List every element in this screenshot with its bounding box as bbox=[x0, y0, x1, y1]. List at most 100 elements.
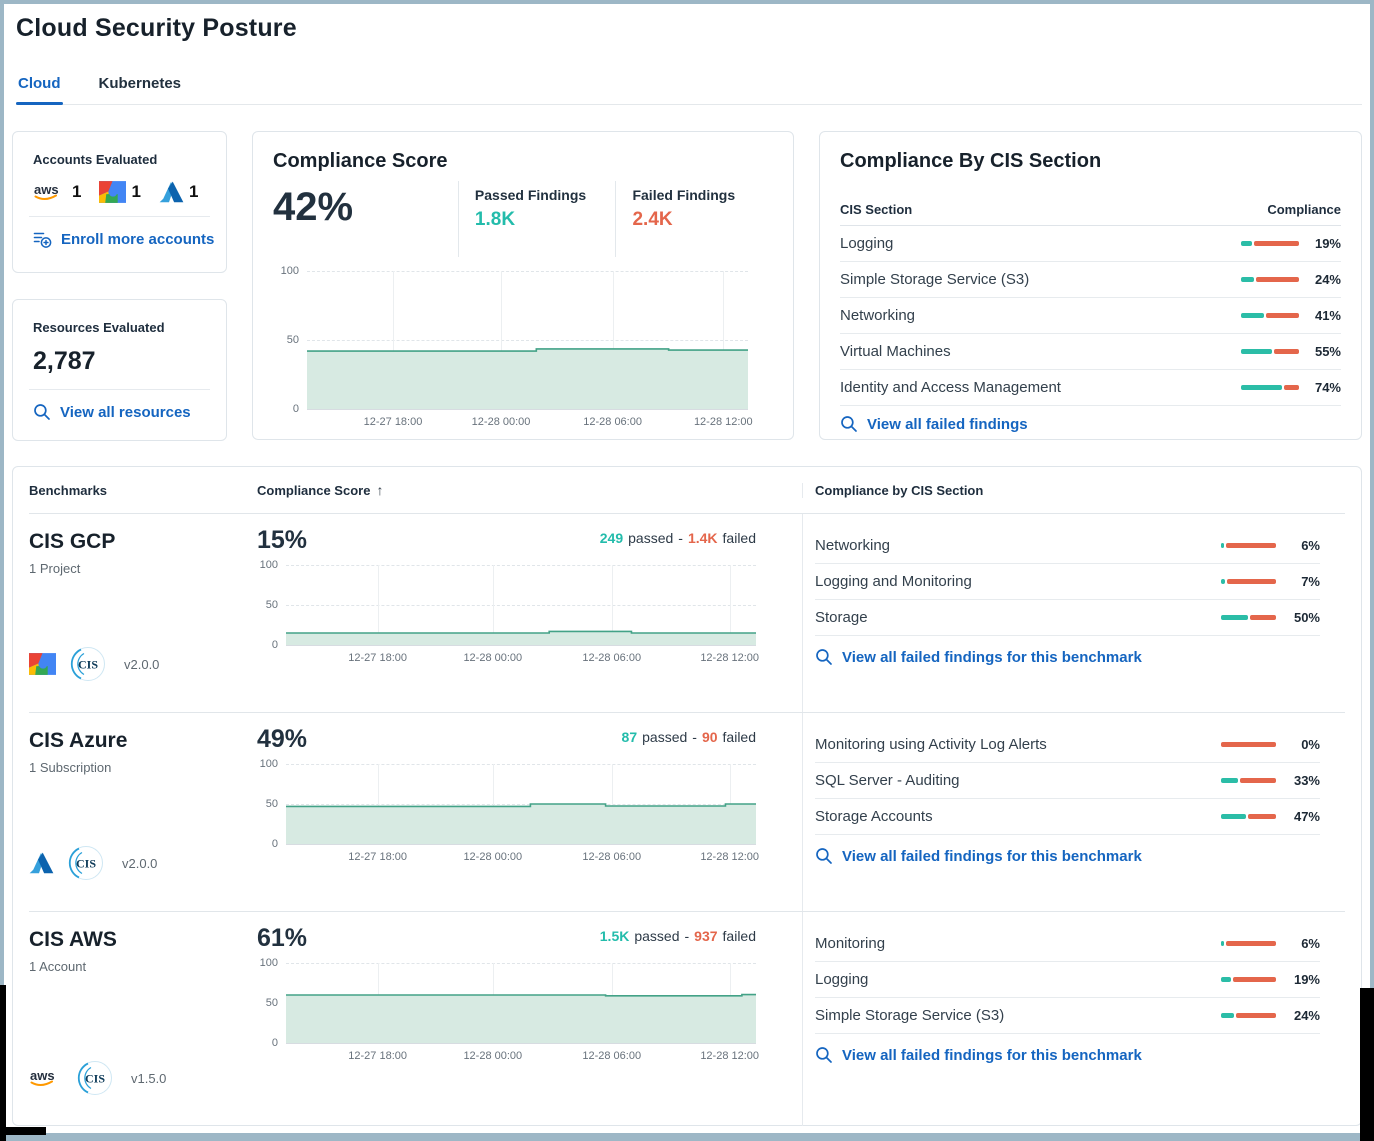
passed-failed-summary: 249 passed - 1.4K failed bbox=[600, 530, 756, 546]
aws-count: 1 bbox=[72, 182, 81, 202]
svg-text:aws: aws bbox=[30, 1068, 55, 1083]
gcp-account-count: 1 bbox=[99, 181, 140, 203]
section-label: Networking bbox=[840, 307, 1241, 324]
section-label: Logging bbox=[840, 235, 1241, 252]
col-benchmarks: Benchmarks bbox=[29, 483, 257, 498]
compliance-pct: 24% bbox=[1299, 272, 1341, 287]
failed-findings-value: 2.4K bbox=[632, 209, 773, 231]
compliance-bar bbox=[1221, 579, 1276, 584]
section-label: Networking bbox=[815, 537, 1221, 554]
cis-row-iam[interactable]: Identity and Access Management 74% bbox=[840, 370, 1341, 406]
gcp-count: 1 bbox=[131, 182, 140, 202]
azure-icon bbox=[29, 852, 54, 874]
col-compliance-score-sort[interactable]: Compliance Score ↑ bbox=[257, 482, 802, 498]
benchmark-section-row: Simple Storage Service (S3) 24% bbox=[815, 998, 1320, 1034]
compliance-bar bbox=[1221, 615, 1276, 620]
accounts-evaluated-card: Accounts Evaluated aws 1 1 1 bbox=[12, 131, 227, 273]
section-label: Monitoring using Activity Log Alerts bbox=[815, 736, 1221, 753]
compliance-pct: 7% bbox=[1276, 574, 1320, 589]
compliance-bar bbox=[1221, 742, 1276, 747]
tab-bar: Cloud Kubernetes bbox=[16, 69, 1362, 105]
divider bbox=[29, 389, 210, 390]
compliance-score-card: Compliance Score 42% Passed Findings 1.8… bbox=[252, 131, 794, 440]
passed-findings-label: Passed Findings bbox=[475, 187, 616, 203]
section-label: Logging bbox=[815, 971, 1221, 988]
view-failed-findings-label: View all failed findings bbox=[867, 416, 1028, 433]
svg-text:CIS: CIS bbox=[85, 1072, 105, 1086]
cis-row-logging[interactable]: Logging 19% bbox=[840, 226, 1341, 262]
view-all-resources-link[interactable]: View all resources bbox=[33, 403, 206, 421]
tab-kubernetes[interactable]: Kubernetes bbox=[97, 69, 184, 104]
benchmark-score: 61% bbox=[257, 924, 307, 953]
benchmark-row-cis-aws[interactable]: CIS AWS 1 Account aws CIS v1.5.0 61% 1.5… bbox=[29, 912, 1345, 1126]
app-page: Cloud Security Posture Cloud Kubernetes … bbox=[0, 0, 1374, 1126]
gcp-icon bbox=[29, 653, 56, 675]
cis-table-header: CIS Section Compliance bbox=[840, 187, 1341, 226]
benchmarks-table-card: Benchmarks Compliance Score ↑ Compliance… bbox=[12, 466, 1362, 1126]
section-label: SQL Server - Auditing bbox=[815, 772, 1221, 789]
compliance-bar bbox=[1241, 313, 1299, 318]
benchmark-section-row: SQL Server - Auditing 33% bbox=[815, 763, 1320, 799]
col-cis-section: CIS Section bbox=[840, 202, 912, 217]
compliance-bar bbox=[1221, 1013, 1276, 1018]
benchmark-row-cis-gcp[interactable]: CIS GCP 1 Project CIS v2.0.0 15% 249 pas… bbox=[29, 514, 1345, 713]
cis-row-s3[interactable]: Simple Storage Service (S3) 24% bbox=[840, 262, 1341, 298]
compliance-bar bbox=[1221, 814, 1276, 819]
benchmark-name: CIS GCP bbox=[29, 530, 257, 554]
view-all-failed-findings-link[interactable]: View all failed findings bbox=[840, 415, 1341, 433]
gcp-icon bbox=[99, 181, 126, 203]
compliance-pct: 24% bbox=[1276, 1008, 1320, 1023]
failed-count: 90 bbox=[702, 729, 718, 745]
summary-cards: Accounts Evaluated aws 1 1 1 bbox=[12, 131, 1362, 441]
benchmark-section-row: Monitoring using Activity Log Alerts 0% bbox=[815, 727, 1320, 763]
passed-failed-summary: 87 passed - 90 failed bbox=[622, 729, 756, 745]
benchmark-version: v1.5.0 bbox=[131, 1071, 166, 1086]
benchmark-version: v2.0.0 bbox=[124, 657, 159, 672]
search-icon bbox=[815, 1046, 833, 1064]
tab-cloud[interactable]: Cloud bbox=[16, 69, 63, 104]
benchmark-row-cis-azure[interactable]: CIS Azure 1 Subscription CIS v2.0.0 49% … bbox=[29, 713, 1345, 912]
section-label: Virtual Machines bbox=[840, 343, 1241, 360]
compliance-score-title: Compliance Score bbox=[273, 150, 773, 173]
view-failed-findings-benchmark-link[interactable]: View all failed findings for this benchm… bbox=[815, 847, 1320, 865]
svg-text:CIS: CIS bbox=[76, 857, 96, 871]
resources-evaluated-card: Resources Evaluated 2,787 View all resou… bbox=[12, 299, 227, 441]
provider-counts: aws 1 1 1 bbox=[33, 181, 206, 203]
section-label: Logging and Monitoring bbox=[815, 573, 1221, 590]
benchmark-version: v2.0.0 bbox=[122, 856, 157, 871]
passed-count: 249 bbox=[600, 530, 623, 546]
col-compliance-by-cis-section: Compliance by CIS Section bbox=[802, 483, 1345, 498]
search-icon bbox=[815, 847, 833, 865]
overall-score-chart: 10050012-27 18:0012-28 00:0012-28 06:001… bbox=[273, 271, 773, 409]
view-resources-label: View all resources bbox=[60, 404, 191, 421]
compliance-bar bbox=[1241, 385, 1299, 390]
passed-count: 1.5K bbox=[600, 928, 630, 944]
passed-findings-value: 1.8K bbox=[475, 209, 616, 231]
compliance-bar bbox=[1241, 349, 1299, 354]
section-label: Storage Accounts bbox=[815, 808, 1221, 825]
section-label: Simple Storage Service (S3) bbox=[815, 1007, 1221, 1024]
col-compliance: Compliance bbox=[1267, 202, 1341, 217]
benchmark-score: 15% bbox=[257, 526, 307, 555]
aws-account-count: aws 1 bbox=[33, 181, 81, 203]
compliance-pct: 55% bbox=[1299, 344, 1341, 359]
view-failed-findings-benchmark-link[interactable]: View all failed findings for this benchm… bbox=[815, 648, 1320, 666]
cis-row-virtual-machines[interactable]: Virtual Machines 55% bbox=[840, 334, 1341, 370]
compliance-pct: 47% bbox=[1276, 809, 1320, 824]
benchmark-score-chart: 10050012-27 18:0012-28 00:0012-28 06:001… bbox=[257, 764, 802, 844]
compliance-pct: 74% bbox=[1299, 380, 1341, 395]
benchmark-scope: 1 Subscription bbox=[29, 760, 257, 775]
cis-row-networking[interactable]: Networking 41% bbox=[840, 298, 1341, 334]
section-label: Storage bbox=[815, 609, 1221, 626]
divider bbox=[29, 216, 210, 217]
compliance-bar bbox=[1221, 778, 1276, 783]
compliance-bar bbox=[1221, 941, 1276, 946]
enroll-more-accounts-link[interactable]: Enroll more accounts bbox=[33, 230, 206, 248]
sort-ascending-icon: ↑ bbox=[376, 482, 383, 498]
benchmark-section-row: Storage 50% bbox=[815, 600, 1320, 636]
view-failed-findings-benchmark-link[interactable]: View all failed findings for this benchm… bbox=[815, 1046, 1320, 1064]
enroll-icon bbox=[33, 230, 52, 248]
section-label: Identity and Access Management bbox=[840, 379, 1241, 396]
failed-findings-metric: Failed Findings 2.4K bbox=[615, 181, 773, 257]
screen-artifact-left bbox=[0, 985, 6, 1141]
